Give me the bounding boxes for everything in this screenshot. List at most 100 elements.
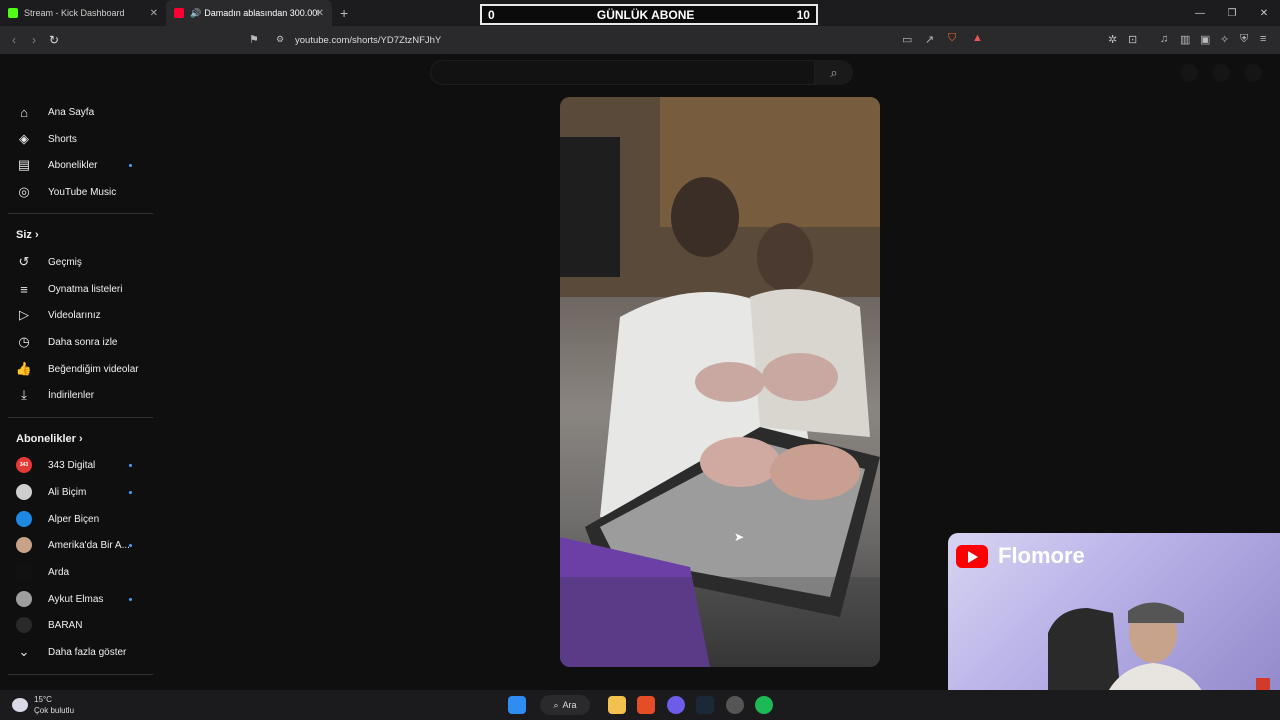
file-explorer-icon[interactable] <box>608 696 626 714</box>
channel-avatar <box>16 617 32 633</box>
site-info-icon[interactable]: ⚙ <box>276 34 284 45</box>
tab-kick-dashboard[interactable]: Stream - Kick Dashboard ✕ <box>0 0 166 26</box>
sidebar-divider <box>8 213 153 214</box>
sidebar-channel-arda[interactable]: Arda <box>16 561 146 583</box>
forward-icon[interactable]: › <box>24 33 44 47</box>
sidebar-divider <box>8 674 153 675</box>
bookmark-icon[interactable]: ⚑ <box>249 33 259 46</box>
discord-icon[interactable] <box>667 696 685 714</box>
sidebar-item-label: Ali Biçim <box>48 486 87 498</box>
youtube-icon <box>174 8 184 18</box>
brave-rewards-icon[interactable]: ▲ <box>972 32 983 44</box>
sidebar-item-subscriptions[interactable]: ▤ Abonelikler <box>16 154 146 176</box>
cloud-icon <box>12 698 28 712</box>
sidebar-item-watch-later[interactable]: ◷ Daha sonra izle <box>16 331 146 353</box>
create-icon[interactable] <box>1180 64 1198 82</box>
sidebar-channel-alper-bicen[interactable]: Alper Biçen <box>16 508 146 530</box>
sidebar-channel-343-digital[interactable]: 343 343 Digital <box>16 454 146 476</box>
channel-avatar <box>16 537 32 553</box>
new-content-dot <box>129 543 132 547</box>
leo-ai-icon[interactable]: ✧ <box>1220 33 1229 46</box>
channel-avatar <box>16 511 32 527</box>
sidebar-item-downloads[interactable]: ⤓ İndirilenler <box>16 384 146 406</box>
weather-desc: Çok bulutlu <box>34 706 75 715</box>
sidebar-item-liked-videos[interactable]: 👍 Beğendiğim videolar <box>16 358 146 380</box>
shorts-icon: ◈ <box>19 131 29 146</box>
weather-widget[interactable]: 15°C Çok bulutlu <box>12 694 74 716</box>
share-icon[interactable]: ↗ <box>925 33 934 46</box>
app-icon[interactable] <box>726 696 744 714</box>
sidebar-item-youtube-music[interactable]: ◎ YouTube Music <box>16 181 146 203</box>
sidebar-item-playlists[interactable]: ≡ Oynatma listeleri <box>16 278 146 300</box>
reload-icon[interactable]: ↻ <box>44 33 64 47</box>
vpn-icon[interactable]: ⛨ <box>1240 33 1248 46</box>
channel-avatar <box>16 484 32 500</box>
wallet-icon[interactable]: ▣ <box>1200 33 1210 46</box>
steam-icon[interactable] <box>696 696 714 714</box>
sidebar-show-more[interactable]: ⌄ Daha fazla göster <box>16 641 146 663</box>
cast-icon[interactable]: ▭ <box>902 33 912 46</box>
brave-browser-icon[interactable] <box>637 696 655 714</box>
tab-label: Damadın ablasından 300.000 <box>204 8 320 18</box>
sidebar-item-label: YouTube Music <box>48 186 117 198</box>
close-icon[interactable]: ✕ <box>150 8 158 19</box>
tab-label: Stream - Kick Dashboard <box>24 8 125 18</box>
home-icon: ⌂ <box>20 104 28 120</box>
sidebar-channel-baran[interactable]: BARAN <box>16 614 146 636</box>
sidebar-item-history[interactable]: ↺ Geçmiş <box>16 251 146 273</box>
youtube-music-icon: ◎ <box>18 184 30 199</box>
sidebar-item-label: Amerika'da Bir A... <box>48 539 130 551</box>
section-title: Abonelikler <box>16 433 76 445</box>
notifications-icon[interactable] <box>1212 64 1230 82</box>
close-window-button[interactable]: ✕ <box>1248 8 1280 19</box>
kick-icon <box>8 8 18 18</box>
overlay-right-count: 10 <box>796 7 810 22</box>
spotify-icon[interactable] <box>755 696 773 714</box>
search-button[interactable]: ⌕ <box>815 60 853 85</box>
close-icon[interactable]: ✕ <box>316 8 324 19</box>
search-label: Ara <box>562 700 577 710</box>
minimize-button[interactable]: — <box>1184 8 1216 19</box>
sidebar-item-label: Arda <box>48 566 70 578</box>
sidebar-item-label: İndirilenler <box>48 389 95 401</box>
sidebar-item-shorts[interactable]: ◈ Shorts <box>16 128 146 150</box>
sidebar-toggle-icon[interactable]: ▥ <box>1180 33 1190 46</box>
tab-youtube-short[interactable]: 🔊 Damadın ablasından 300.000 ✕ <box>166 0 332 26</box>
brave-shield-icon[interactable]: ⛉ <box>948 32 956 45</box>
speaker-icon[interactable]: 🔊 <box>190 8 201 19</box>
sidebar-item-label: Videolarınız <box>48 309 101 321</box>
avatar[interactable] <box>1244 64 1262 82</box>
sidebar-item-label: Ana Sayfa <box>48 106 95 118</box>
back-icon[interactable]: ‹ <box>4 33 24 47</box>
extensions-icon[interactable]: ✲ <box>1108 33 1117 46</box>
sidebar-item-label: Daha sonra izle <box>48 336 118 348</box>
music-icon[interactable]: ♫ <box>1160 33 1168 45</box>
chevron-down-icon: ⌄ <box>18 644 30 659</box>
download-icon: ⤓ <box>21 387 27 402</box>
sidebar-subscriptions-header[interactable]: Abonelikler › <box>16 433 83 445</box>
shorts-video-player[interactable] <box>560 97 880 667</box>
menu-icon[interactable]: ≡ <box>1260 33 1266 45</box>
thumbs-up-icon: 👍 <box>15 361 33 376</box>
sidebar-item-your-videos[interactable]: ▷ Videolarınız <box>16 304 146 326</box>
new-tab-button[interactable]: + <box>340 5 348 21</box>
sidebar-item-label: Alper Biçen <box>48 513 100 525</box>
channel-avatar: 343 <box>16 457 32 473</box>
clock-icon: ◷ <box>18 334 30 349</box>
url-text[interactable]: youtube.com/shorts/YD7ZtzNFJhY <box>295 35 441 46</box>
sidebar-you-header[interactable]: Siz › <box>16 229 39 241</box>
video-frame <box>560 97 880 667</box>
channel-avatar <box>16 591 32 607</box>
sidebar-item-home[interactable]: ⌂ Ana Sayfa <box>16 101 146 123</box>
search-input[interactable] <box>430 60 815 85</box>
taskbar-search-button[interactable]: ⌕ Ara <box>540 695 590 715</box>
subscriptions-icon: ▤ <box>17 157 31 172</box>
weather-temp: 15°C <box>34 695 52 704</box>
sidebar-channel-amerikada-bir-a[interactable]: Amerika'da Bir A... <box>16 534 146 556</box>
screenshot-icon[interactable]: ⊡ <box>1128 33 1137 46</box>
sidebar-channel-aykut-elmas[interactable]: Aykut Elmas <box>16 588 146 610</box>
playlists-icon: ≡ <box>20 281 28 297</box>
windows-start-icon[interactable] <box>508 696 526 714</box>
sidebar-channel-ali-bicim[interactable]: Ali Biçim <box>16 481 146 503</box>
maximize-button[interactable]: ❐ <box>1216 8 1248 19</box>
